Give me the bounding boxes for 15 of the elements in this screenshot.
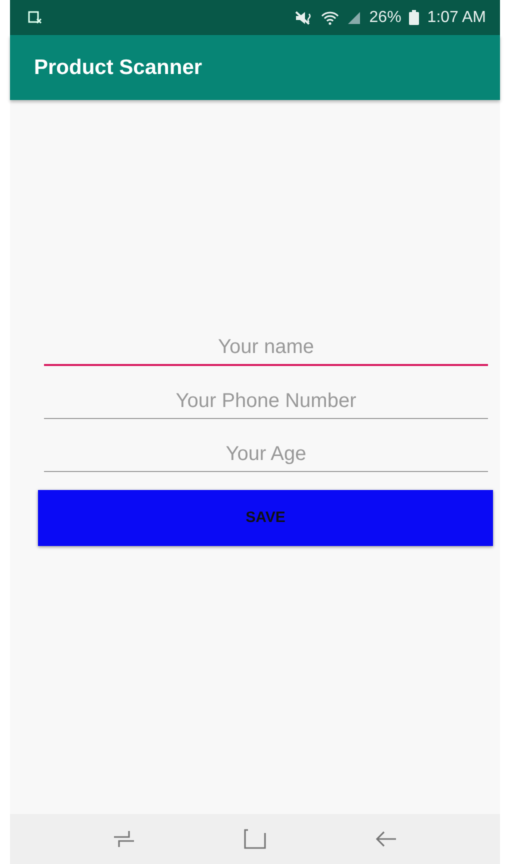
home-icon[interactable] xyxy=(244,829,266,849)
notification-icon xyxy=(28,11,42,24)
battery-percent: 26% xyxy=(369,8,402,28)
clock-time: 1:07 AM xyxy=(427,8,486,28)
app-title: Product Scanner xyxy=(34,54,202,81)
mute-icon xyxy=(295,10,314,24)
recent-apps-icon[interactable] xyxy=(112,830,135,848)
text-field[interactable]: Your Age xyxy=(44,435,488,472)
signal-icon xyxy=(347,10,362,24)
text-field[interactable]: Your Phone Number xyxy=(44,382,488,419)
wifi-icon xyxy=(321,10,340,24)
save-button[interactable]: SAVE xyxy=(38,490,493,546)
battery-icon xyxy=(409,10,420,25)
back-icon[interactable] xyxy=(375,830,398,848)
text-field[interactable]: Your name xyxy=(44,328,488,366)
